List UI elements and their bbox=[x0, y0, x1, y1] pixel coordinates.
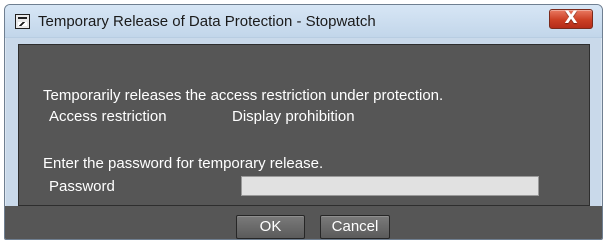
access-restriction-value: Display prohibition bbox=[232, 108, 355, 125]
password-prompt: Enter the password for temporary release… bbox=[43, 155, 324, 172]
window-title: Temporary Release of Data Protection - S… bbox=[38, 13, 376, 30]
application-icon bbox=[15, 14, 30, 29]
close-icon: X bbox=[564, 8, 578, 28]
title-bar[interactable]: Temporary Release of Data Protection - S… bbox=[5, 5, 602, 38]
ok-button[interactable]: OK bbox=[236, 215, 305, 239]
description-text: Temporarily releases the access restrict… bbox=[43, 87, 444, 104]
dialog-window: Temporary Release of Data Protection - S… bbox=[4, 4, 603, 240]
close-button[interactable]: X bbox=[549, 8, 593, 29]
password-label: Password bbox=[49, 178, 115, 195]
access-restriction-label: Access restriction bbox=[49, 108, 167, 125]
cancel-button[interactable]: Cancel bbox=[320, 215, 390, 239]
password-input[interactable] bbox=[241, 176, 539, 196]
